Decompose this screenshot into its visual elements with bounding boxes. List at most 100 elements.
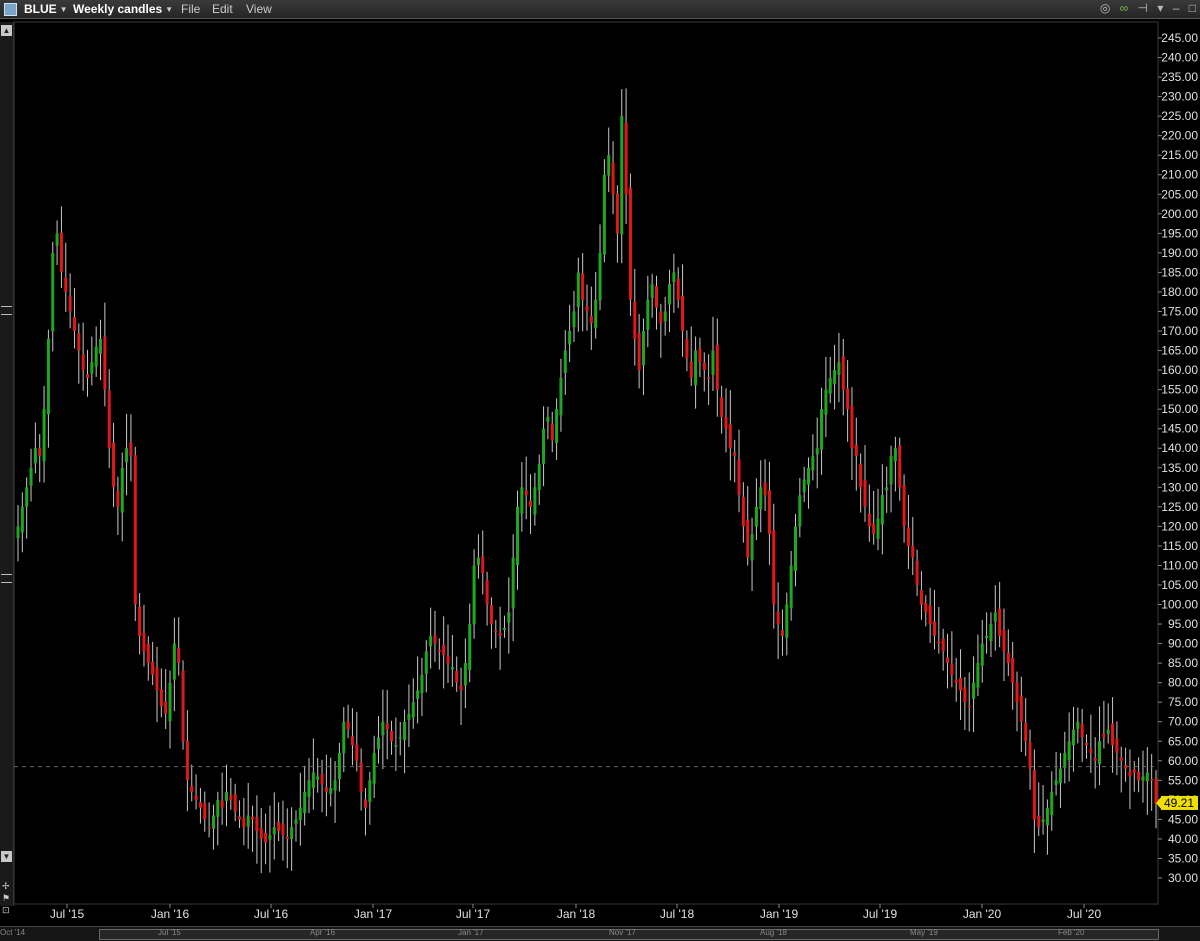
candle-body [424,651,428,674]
candle-body [129,442,133,457]
y-tick-label: 35.00 [1168,851,1198,865]
candle-body [55,233,59,246]
candle-body [585,305,589,312]
candle-body [342,721,346,754]
y-tick-label: 220.00 [1161,129,1198,143]
y-tick-label: 85.00 [1168,656,1198,670]
candle-body [264,832,268,843]
x-tick-label: Jan '20 [963,907,1002,921]
candle-body [498,632,502,636]
y-tick-label: 230.00 [1161,90,1198,104]
candle-body [198,802,202,808]
candle-body [242,817,246,828]
candle-body [220,800,224,808]
candle-body [937,641,941,644]
candle-body [385,723,389,730]
candle-body [511,557,515,609]
time-navigator[interactable]: Oct '14 Jul '15 Apr '16 Jan '17 Nov '17 … [0,926,1200,941]
y-tick-label: 120.00 [1161,519,1198,533]
candle-body [238,816,242,820]
candle-body [906,527,910,546]
candle-body [833,370,837,384]
candle-body [533,487,537,515]
candle-body [902,485,906,527]
candle-body [1041,819,1045,823]
candle-body [46,338,50,415]
y-tick-label: 130.00 [1161,480,1198,494]
candle-body [676,278,680,300]
candle-body [72,316,76,332]
candle-body [576,272,580,308]
y-tick-label: 225.00 [1161,109,1198,123]
y-tick-label: 180.00 [1161,285,1198,299]
candle-body [1006,652,1010,664]
candle-body [337,752,341,780]
candle-body [694,350,698,386]
candle-body [837,362,841,375]
candle-body [459,684,463,691]
candle-body [733,452,737,457]
candle-body [168,682,172,722]
x-tick-label: Jul '15 [50,907,85,921]
y-tick-label: 235.00 [1161,70,1198,84]
candle-body [728,424,732,449]
candle-body [390,730,394,742]
candle-body [20,506,24,533]
candle-body [589,315,593,324]
candle-body [164,701,168,714]
candlestick-chart[interactable]: 245.00 240.00 235.00 230.00 225.00 220.00 215.… [0,0,1200,926]
x-tick-label: Jan '18 [557,907,596,921]
candle-body [715,344,719,390]
candle-body [767,490,771,535]
candle-body [107,390,111,449]
candle-body [1145,772,1149,782]
candle-body [620,116,624,235]
candle-body [125,448,129,463]
candle-body [941,638,945,652]
candle-body [846,388,850,410]
x-tick-label: Jul '17 [456,907,491,921]
candle-body [394,745,398,747]
candle-body [524,490,528,496]
y-tick-label: 115.00 [1162,539,1198,553]
y-tick-label: 65.00 [1168,734,1198,748]
plot-frame [13,21,1159,905]
candle-body [268,835,272,840]
candle-body [516,506,520,566]
nav-label: Aug '18 [760,928,787,937]
y-tick-label: 155.00 [1161,383,1198,397]
candle-body [820,409,824,450]
y-tick-label: 135.00 [1161,461,1198,475]
y-tick-label: 55.00 [1168,773,1198,787]
candle-body [224,792,228,801]
candle-body [476,557,480,566]
candle-body [1054,780,1058,786]
candle-body [685,338,689,359]
candle-body [529,500,533,507]
candle-body [403,721,407,741]
candle-body [698,348,702,363]
candle-body [898,445,902,488]
nav-label: Apr '16 [310,928,336,937]
candle-body [863,479,867,507]
candle-body [81,354,85,371]
candle-body [290,827,294,839]
candle-body [233,793,237,812]
candle-body [450,667,454,670]
y-tick-label: 205.00 [1161,187,1198,201]
candle-body [324,787,328,793]
candle-body [120,467,124,513]
candle-body [437,650,441,652]
candle-body [1050,792,1054,816]
candle-body [542,428,546,464]
candle-body [659,311,663,324]
candle-body [502,627,506,630]
candle-body [298,807,302,820]
candle-body [203,803,207,820]
candle-body [754,506,758,527]
candle-body [872,523,876,535]
nav-label: Feb '20 [1058,928,1085,937]
candle-body [363,799,367,808]
candle-body [919,589,923,605]
candle-body [798,495,802,527]
